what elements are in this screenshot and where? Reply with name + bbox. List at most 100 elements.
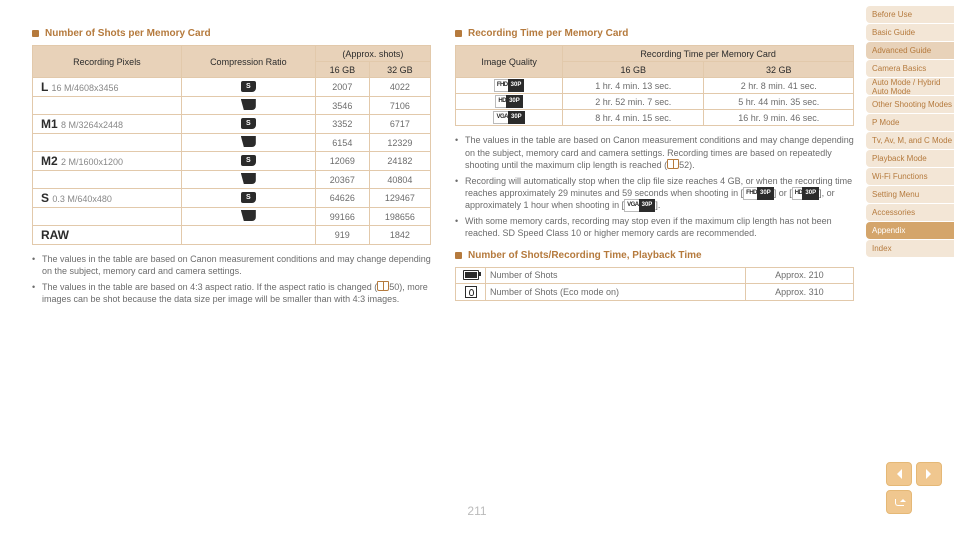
rectime-16gb: 2 hr. 52 min. 7 sec.	[563, 94, 704, 110]
movie-notes: The values in the table are based on Can…	[455, 134, 854, 239]
row-label: S 0.3 M/640x480	[33, 189, 182, 208]
fine-icon	[241, 210, 256, 221]
row-label	[33, 97, 182, 115]
th-pixels: Recording Pixels	[33, 46, 182, 78]
note: With some memory cards, recording may st…	[455, 215, 854, 239]
shots-32gb: 1842	[369, 226, 430, 245]
movie-badge-icon: FHD30P	[494, 80, 525, 91]
shots-32gb: 4022	[369, 78, 430, 97]
bullet-icon	[455, 30, 462, 37]
sidebar-item-setting-menu[interactable]: Setting Menu	[866, 186, 954, 203]
sidebar-item-advanced-guide[interactable]: Advanced Guide	[866, 42, 954, 59]
shots-16gb: 919	[315, 226, 369, 245]
shots-table: Recording Pixels Compression Ratio (Appr…	[32, 45, 431, 245]
sidebar-item-camera-basics[interactable]: Camera Basics	[866, 60, 954, 77]
fine-icon	[241, 99, 256, 110]
note: The values in the table are based on Can…	[32, 253, 431, 277]
title-text: Number of Shots/Recording Time, Playback…	[468, 250, 702, 261]
fine-icon	[241, 136, 256, 147]
shots-notes: The values in the table are based on Can…	[32, 253, 431, 306]
shots-32gb: 198656	[369, 208, 430, 226]
shots-16gb: 6154	[315, 134, 369, 152]
rectime-32gb: 5 hr. 44 min. 35 sec.	[704, 94, 854, 110]
page-number: 211	[467, 504, 486, 518]
sidebar-item-wi-fi-functions[interactable]: Wi-Fi Functions	[866, 168, 954, 185]
sidebar-item-accessories[interactable]: Accessories	[866, 204, 954, 221]
quality-cell	[181, 226, 315, 245]
quality-cell	[181, 134, 315, 152]
sidebar-item-tv-av-m-and-c-mode[interactable]: Tv, Av, M, and C Mode	[866, 132, 954, 149]
row-label: M2 2 M/1600x1200	[33, 152, 182, 171]
row-label	[33, 208, 182, 226]
rectime-16gb: 8 hr. 4 min. 15 sec.	[563, 110, 704, 126]
quality-cell	[181, 208, 315, 226]
row-label: L 16 M/4608x3456	[33, 78, 182, 97]
row-label: RAW	[33, 226, 182, 245]
th-card1: 16 GB	[563, 62, 704, 78]
shots-16gb: 64626	[315, 189, 369, 208]
eco-icon	[465, 286, 477, 298]
rectime-16gb: 1 hr. 4 min. 13 sec.	[563, 78, 704, 94]
th-card2: 32 GB	[369, 62, 430, 78]
sidebar-item-basic-guide[interactable]: Basic Guide	[866, 24, 954, 41]
battery-icon-cell	[456, 283, 486, 300]
book-icon	[667, 159, 679, 169]
quality-cell	[181, 152, 315, 171]
th-rectime: Recording Time per Memory Card	[563, 46, 854, 62]
row-label	[33, 134, 182, 152]
shots-32gb: 40804	[369, 171, 430, 189]
th-ratio: Compression Ratio	[181, 46, 315, 78]
sidebar-item-before-use[interactable]: Before Use	[866, 6, 954, 23]
rectime-32gb: 2 hr. 8 min. 41 sec.	[704, 78, 854, 94]
prev-page-button[interactable]	[886, 462, 912, 486]
right-column: Recording Time per Memory Card Image Qua…	[455, 28, 854, 534]
sidebar-item-p-mode[interactable]: P Mode	[866, 114, 954, 131]
battery-value: Approx. 310	[745, 283, 853, 300]
book-icon	[377, 281, 389, 291]
section-title-movies: Recording Time per Memory Card	[455, 28, 854, 39]
next-page-button[interactable]	[916, 462, 942, 486]
quality-cell	[181, 171, 315, 189]
quality-cell	[181, 97, 315, 115]
superfine-icon	[241, 81, 256, 92]
shots-32gb: 12329	[369, 134, 430, 152]
row-label: M1 8 M/3264x2448	[33, 115, 182, 134]
sidebar-item-index[interactable]: Index	[866, 240, 954, 257]
bullet-icon	[32, 30, 39, 37]
movie-quality: VGA30P	[456, 110, 563, 126]
sidebar-item-auto-mode-hybrid-auto-mode[interactable]: Auto Mode / Hybrid Auto Mode	[866, 78, 954, 95]
battery-icon-cell	[456, 267, 486, 283]
quality-cell	[181, 115, 315, 134]
rectime-32gb: 16 hr. 9 min. 46 sec.	[704, 110, 854, 126]
note: The values in the table are based on Can…	[455, 134, 854, 170]
shots-32gb: 129467	[369, 189, 430, 208]
battery-full-icon	[463, 270, 479, 280]
sidebar-item-playback-mode[interactable]: Playback Mode	[866, 150, 954, 167]
return-icon	[893, 497, 905, 507]
nav-buttons	[886, 462, 942, 514]
shots-32gb: 7106	[369, 97, 430, 115]
note: The values in the table are based on 4:3…	[32, 281, 431, 305]
sidebar: Before UseBasic GuideAdvanced GuideCamer…	[866, 6, 954, 257]
sidebar-item-appendix[interactable]: Appendix	[866, 222, 954, 239]
superfine-icon	[241, 155, 256, 166]
bullet-icon	[455, 252, 462, 259]
superfine-icon	[241, 118, 256, 129]
battery-value: Approx. 210	[745, 267, 853, 283]
th-shots-group: (Approx. shots)	[315, 46, 430, 62]
title-text: Recording Time per Memory Card	[468, 28, 628, 39]
note: Recording will automatically stop when t…	[455, 175, 854, 211]
return-button[interactable]	[886, 490, 912, 514]
sidebar-item-other-shooting-modes[interactable]: Other Shooting Modes	[866, 96, 954, 113]
th-card2: 32 GB	[704, 62, 854, 78]
title-text: Number of Shots per Memory Card	[45, 28, 211, 39]
fhd30p-icon: FHD30P	[743, 188, 774, 199]
shots-32gb: 6717	[369, 115, 430, 134]
movie-quality: HD30P	[456, 94, 563, 110]
shots-32gb: 24182	[369, 152, 430, 171]
row-label	[33, 171, 182, 189]
hd30p-icon: HD30P	[792, 188, 819, 199]
shots-16gb: 3546	[315, 97, 369, 115]
battery-label: Number of Shots (Eco mode on)	[486, 283, 746, 300]
section-title-battery: Number of Shots/Recording Time, Playback…	[455, 250, 854, 261]
